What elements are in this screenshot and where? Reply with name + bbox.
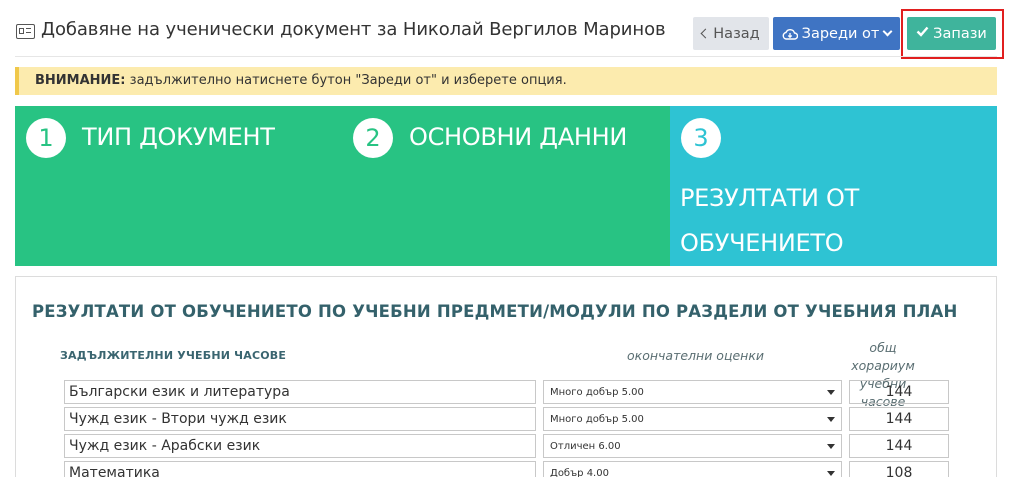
grade-value: Добър 4.00 [550,468,609,477]
alert-text: задължително натиснете бутон "Зареди от"… [129,73,567,88]
subject-row: Български език и литература Много добър … [64,380,949,405]
grade-value: Отличен 6.00 [550,441,621,452]
page-header: Добавяне на ученически документ за Никол… [0,0,1011,64]
load-button-label: Зареди от [801,25,880,42]
grade-value: Много добър 5.00 [550,387,644,398]
save-button-label: Запази [933,25,987,42]
chevron-down-icon [882,26,893,37]
load-from-dropdown-button[interactable]: Зареди от [773,17,900,50]
caret-down-icon [827,417,835,422]
step-main-data[interactable]: 2 ОСНОВНИ ДАННИ [342,106,670,266]
warning-alert: ВНИМАНИЕ: задължително натиснете бутон "… [15,67,997,95]
step-label: ТИП ДОКУМЕНТ [82,123,275,151]
page-title: Добавяне на ученически документ за Никол… [41,19,666,40]
alert-strong: ВНИМАНИЕ: [35,73,126,88]
check-icon [916,26,929,41]
hours-field[interactable]: 144 [849,407,949,431]
subject-field[interactable]: Чужд език - Втори чужд език [64,407,536,431]
chevron-left-icon [700,28,711,39]
save-button[interactable]: Запази [907,17,996,50]
hours-field[interactable]: 108 [849,461,949,477]
subject-field[interactable]: Чужд език - Арабски език [64,434,536,458]
step-label: ОСНОВНИ ДАННИ [409,123,627,151]
grade-select[interactable]: Много добър 5.00 [543,407,842,431]
caret-down-icon [827,471,835,476]
step-document-type[interactable]: 1 ТИП ДОКУМЕНТ [15,106,342,266]
step-number: 2 [353,118,393,158]
grade-select[interactable]: Много добър 5.00 [543,380,842,404]
wizard-steps: 1 ТИП ДОКУМЕНТ 2 ОСНОВНИ ДАННИ 3 РЕЗУЛТА… [15,106,997,266]
caret-down-icon [827,444,835,449]
grade-select[interactable]: Добър 4.00 [543,461,842,477]
subject-row: Математика Добър 4.00 108 [64,461,949,477]
step-number: 3 [681,118,721,158]
subject-field[interactable]: Математика [64,461,536,477]
back-button[interactable]: Назад [693,17,769,50]
id-card-icon [16,24,35,39]
hours-field[interactable]: 144 [849,380,949,404]
results-panel: РЕЗУЛТАТИ ОТ ОБУЧЕНИЕТО ПО УЧЕБНИ ПРЕДМЕ… [15,276,997,477]
column-header-subjects: ЗАДЪЛЖИТЕЛНИ УЧЕБНИ ЧАСОВЕ [60,349,287,362]
column-header-grades: окончателни оценки [627,348,764,363]
hours-field[interactable]: 144 [849,434,949,458]
cloud-download-icon [782,28,798,40]
caret-down-icon [827,390,835,395]
subject-row: Чужд език - Втори чужд език Много добър … [64,407,949,432]
section-title: РЕЗУЛТАТИ ОТ ОБУЧЕНИЕТО ПО УЧЕБНИ ПРЕДМЕ… [32,302,958,321]
header-divider [15,56,997,57]
grade-value: Много добър 5.00 [550,414,644,425]
step-number: 1 [26,118,66,158]
grade-select[interactable]: Отличен 6.00 [543,434,842,458]
back-button-label: Назад [713,25,760,42]
step-label: РЕЗУЛТАТИ ОТ ОБУЧЕНИЕТО [680,184,859,257]
step-learning-results[interactable]: 3 РЕЗУЛТАТИ ОТ ОБУЧЕНИЕТО [670,106,997,266]
subject-field[interactable]: Български език и литература [64,380,536,404]
subject-row: Чужд език - Арабски език Отличен 6.00 14… [64,434,949,459]
